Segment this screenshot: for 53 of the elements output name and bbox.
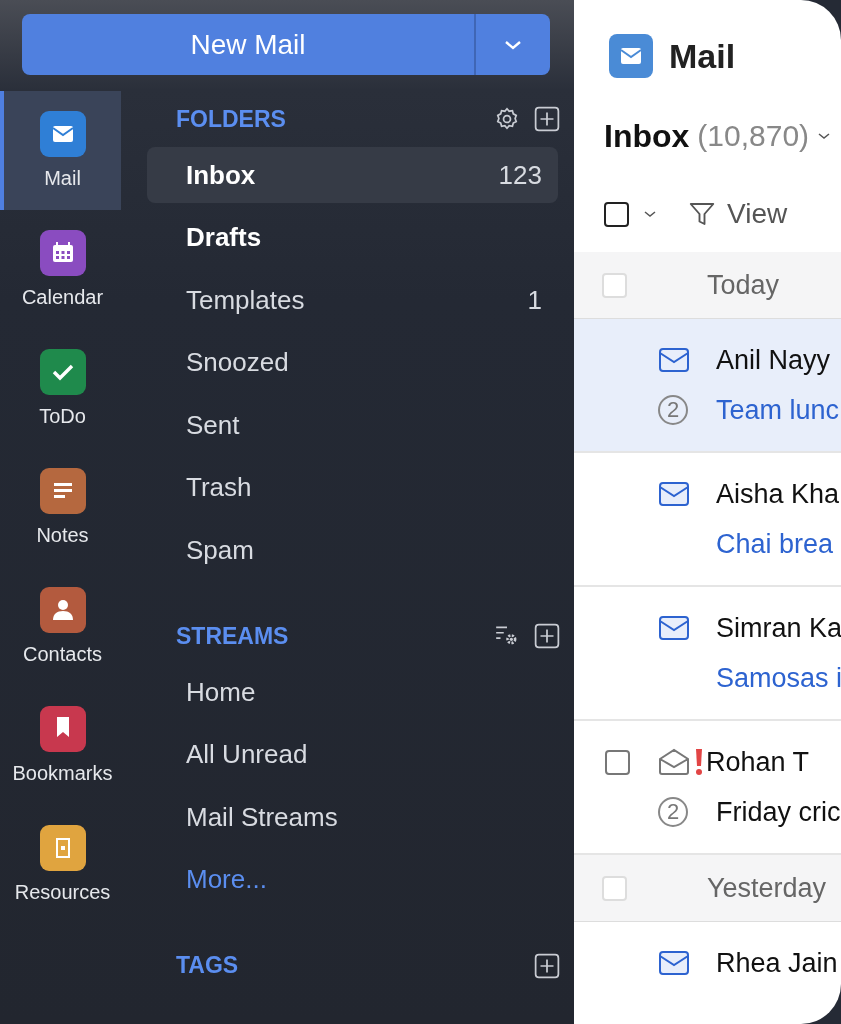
date-group-label: Yesterday xyxy=(707,872,827,904)
caret-icon xyxy=(503,38,523,51)
chevron-icon[interactable] xyxy=(817,131,832,141)
folder-item[interactable]: Snoozed xyxy=(147,334,558,391)
add-icon[interactable] xyxy=(534,952,560,979)
folder-title: Inbox xyxy=(604,117,690,155)
add-icon[interactable] xyxy=(534,623,560,649)
group-checkbox[interactable] xyxy=(602,875,627,901)
subject-text: Friday cric xyxy=(716,796,841,828)
app-switcher-item[interactable]: ToDo xyxy=(0,329,121,448)
subject-text: Team lunc xyxy=(716,394,840,426)
message-row[interactable]: Anil Nayy 2 Team lunc xyxy=(574,319,841,453)
section-heading: FOLDERS xyxy=(176,105,286,133)
sender-name: Rohan T xyxy=(706,746,810,778)
message-total: (10,870) xyxy=(697,119,810,153)
add-icon[interactable] xyxy=(534,106,560,132)
sender-name: Aisha Kha xyxy=(716,478,840,510)
app-switcher-item[interactable]: Bookmarks xyxy=(0,686,121,805)
app-switcher-item[interactable]: Mail xyxy=(0,91,121,210)
folder-item[interactable]: More... xyxy=(147,851,558,908)
message-row[interactable]: Aisha Kha Chai brea xyxy=(574,453,841,587)
message-row[interactable]: Rhea Jain xyxy=(574,922,841,1024)
section-heading: TAGS xyxy=(176,952,239,979)
thread-count: 2 xyxy=(658,797,688,827)
folder-item[interactable]: Inbox 123 xyxy=(147,147,558,203)
subject-text: Samosas i xyxy=(716,662,841,694)
folder-item[interactable]: Spam xyxy=(147,522,558,578)
section-heading: STREAMS xyxy=(176,622,289,650)
message-checkbox[interactable] xyxy=(604,749,630,775)
folder-item[interactable]: Home xyxy=(147,664,558,720)
folder-item[interactable]: Mail Streams xyxy=(147,789,558,845)
mail-app-icon xyxy=(609,34,653,78)
sender-name: Rhea Jain xyxy=(716,947,838,979)
thread-count: 2 xyxy=(658,395,688,425)
app-switcher-item[interactable]: Contacts xyxy=(0,567,121,686)
app-switcher-item[interactable]: Resources xyxy=(0,805,121,924)
folder-item[interactable]: Sent xyxy=(147,397,558,453)
folder-item[interactable]: Trash xyxy=(147,459,558,516)
settings-icon[interactable] xyxy=(494,106,520,132)
subject-text: Chai brea xyxy=(716,528,834,560)
app-switcher-item[interactable]: Calendar xyxy=(0,210,121,329)
group-checkbox[interactable] xyxy=(602,272,627,298)
view-filter-button[interactable]: View xyxy=(687,198,788,230)
folder-item[interactable]: All Unread xyxy=(147,726,558,783)
caret-icon[interactable] xyxy=(643,209,657,219)
new-mail-button[interactable]: New Mail xyxy=(22,14,476,75)
date-group-label: Today xyxy=(707,269,780,301)
select-all-checkbox[interactable] xyxy=(604,201,629,227)
folder-item[interactable]: Drafts xyxy=(147,209,558,266)
folder-item[interactable]: Templates 1 xyxy=(147,272,558,328)
app-switcher-item[interactable]: Notes xyxy=(0,448,121,567)
app-title: Mail xyxy=(669,36,736,76)
sender-name: Anil Nayy xyxy=(716,344,831,376)
